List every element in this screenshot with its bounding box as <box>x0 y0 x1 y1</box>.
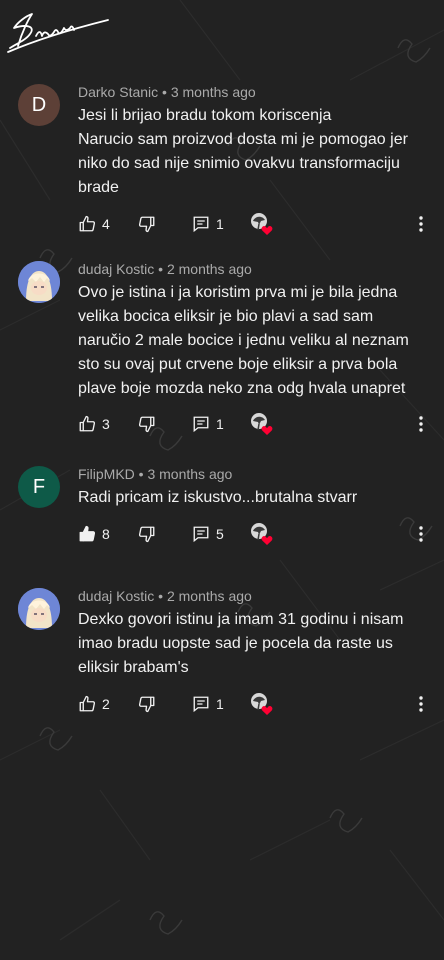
meta-separator: • <box>158 261 167 277</box>
thumb-down-icon <box>138 696 155 713</box>
comment-text: Dexko govori istinu ja imam 31 godinu i … <box>78 611 404 676</box>
comment-age: 3 months ago <box>147 466 233 482</box>
reply-count: 1 <box>216 696 224 712</box>
replies-button[interactable]: 5 <box>192 522 224 546</box>
like-count: 2 <box>102 696 110 712</box>
more-button[interactable] <box>418 412 424 436</box>
dislike-button[interactable] <box>138 522 156 546</box>
replies-button[interactable]: 1 <box>192 412 224 436</box>
thumb-down-icon <box>138 416 155 433</box>
avatar-image <box>18 261 60 303</box>
meta-separator: • <box>162 84 171 100</box>
comment-meta: Darko Stanic • 3 months ago <box>78 84 256 100</box>
creator-heart <box>250 692 274 716</box>
comment-author[interactable]: dudaj Kostic <box>78 588 154 604</box>
like-button[interactable]: 2 <box>78 692 110 716</box>
creator-heart-icon <box>251 693 273 715</box>
reply-count: 1 <box>216 216 224 232</box>
comment-age: 2 months ago <box>166 261 252 277</box>
like-count: 8 <box>102 526 110 542</box>
comment-icon <box>193 416 209 433</box>
meta-separator: • <box>158 588 167 604</box>
avatar-image <box>18 588 60 630</box>
comment-icon <box>193 526 209 543</box>
comment-author[interactable]: Darko Stanic <box>78 84 158 100</box>
more-vert-icon <box>419 216 423 232</box>
avatar[interactable] <box>18 588 60 630</box>
creator-heart <box>250 412 274 436</box>
comment-actions: 8 5 <box>78 522 438 546</box>
dislike-button[interactable] <box>138 412 156 436</box>
comment-meta: dudaj Kostic • 2 months ago <box>78 261 252 277</box>
more-vert-icon <box>419 696 423 712</box>
replies-button[interactable]: 1 <box>192 692 224 716</box>
comment-text: Ovo je istina i ja koristim prva mi je b… <box>78 284 409 397</box>
comment-meta: dudaj Kostic • 2 months ago <box>78 588 252 604</box>
more-button[interactable] <box>418 212 424 236</box>
dislike-button[interactable] <box>138 212 156 236</box>
thumb-down-icon <box>138 216 155 233</box>
more-vert-icon <box>419 416 423 432</box>
reply-count: 1 <box>216 416 224 432</box>
like-button[interactable]: 4 <box>78 212 110 236</box>
more-button[interactable] <box>418 522 424 546</box>
like-button[interactable]: 3 <box>78 412 110 436</box>
more-button[interactable] <box>418 692 424 716</box>
reply-count: 5 <box>216 526 224 542</box>
comment-author[interactable]: dudaj Kostic <box>78 261 154 277</box>
creator-heart <box>250 522 274 546</box>
avatar-letter: F <box>32 475 46 498</box>
dislike-button[interactable] <box>138 692 156 716</box>
comment-icon <box>193 216 209 233</box>
comment-author[interactable]: FilipMKD <box>78 466 135 482</box>
creator-heart-icon <box>251 213 273 235</box>
comment-actions: 3 1 <box>78 412 438 436</box>
thumb-up-icon <box>79 525 96 542</box>
comment-age: 3 months ago <box>170 84 256 100</box>
comment-actions: 2 1 <box>78 692 438 716</box>
brand-logo <box>7 13 109 53</box>
thumb-up-icon <box>79 695 96 712</box>
thumb-up-icon <box>79 415 96 432</box>
comment-meta: FilipMKD • 3 months ago <box>78 466 232 482</box>
avatar[interactable]: D <box>18 84 60 126</box>
like-button[interactable]: 8 <box>78 522 110 546</box>
thumb-down-icon <box>138 526 155 543</box>
avatar[interactable]: F <box>18 466 60 508</box>
like-count: 4 <box>102 216 110 232</box>
comment-age: 2 months ago <box>166 588 252 604</box>
avatar-letter: D <box>31 93 47 116</box>
creator-heart-icon <box>251 413 273 435</box>
like-count: 3 <box>102 416 110 432</box>
creator-heart <box>250 212 274 236</box>
creator-heart-icon <box>251 523 273 545</box>
thumb-up-icon <box>79 215 96 232</box>
comment-text: Jesi li brijao bradu tokom koriscenja Na… <box>78 107 408 196</box>
replies-button[interactable]: 1 <box>192 212 224 236</box>
comment-text: Radi pricam iz iskustvo...brutalna stvar… <box>78 489 358 506</box>
more-vert-icon <box>419 526 423 542</box>
avatar[interactable] <box>18 261 60 303</box>
comment-actions: 4 1 <box>78 212 438 236</box>
comment-icon <box>193 696 209 713</box>
